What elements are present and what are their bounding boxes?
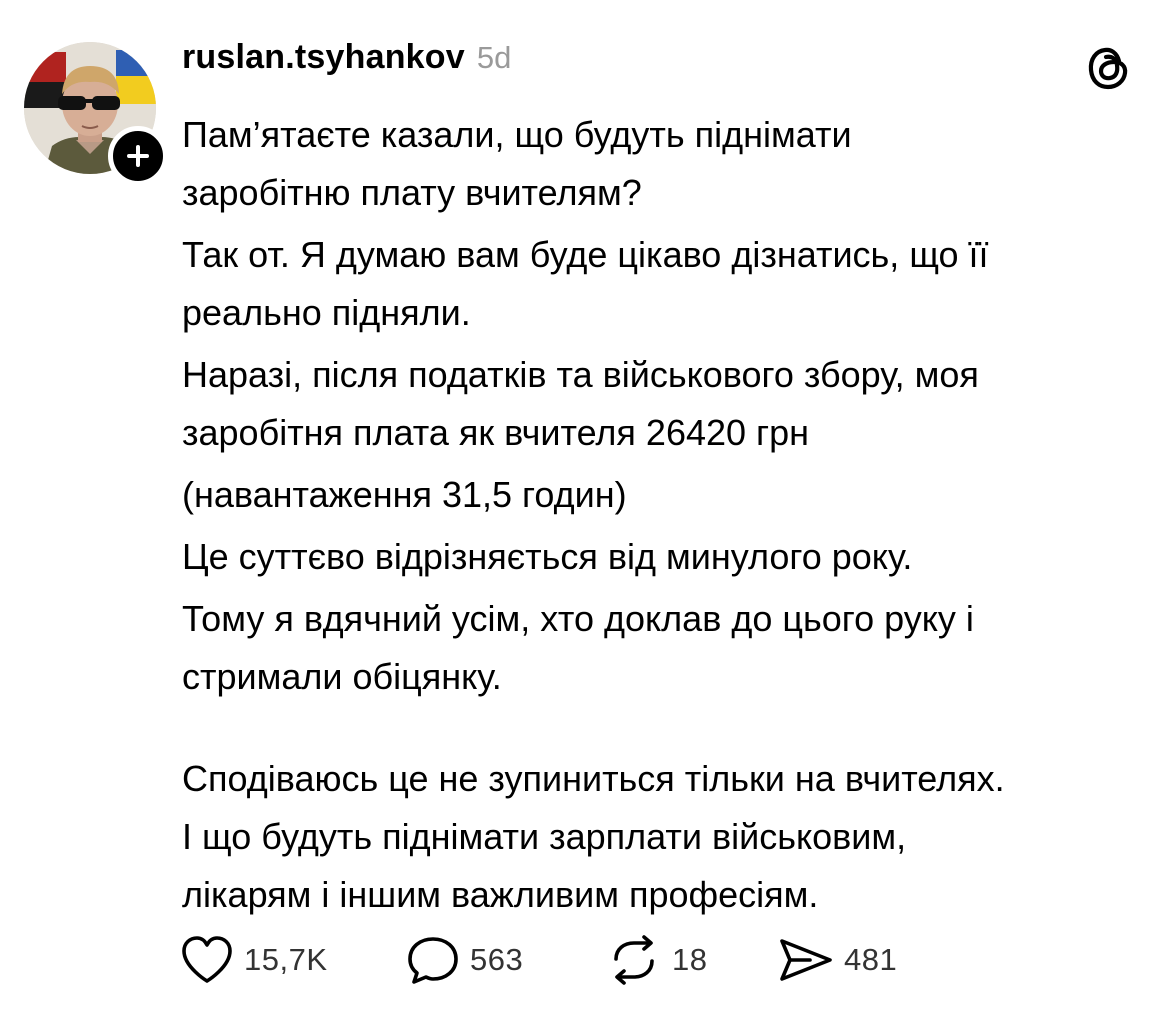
post-text-line: Так от. Я думаю вам буде цікаво дізнатис…: [182, 234, 989, 275]
post-paragraph: Наразі, після податків та військового зб…: [182, 346, 1142, 462]
post-paragraph: (навантаження 31,5 годин): [182, 466, 1142, 524]
post-header: ruslan.tsyhankov 5d: [182, 38, 511, 84]
action-bar: 15,7K 563 18 481: [180, 932, 928, 988]
like-button[interactable]: 15,7K: [180, 935, 406, 985]
post-text-line: Тому я вдячний усім, хто доклав до цього…: [182, 598, 974, 639]
post-paragraph: Так от. Я думаю вам буде цікаво дізнатис…: [182, 226, 1142, 342]
thread-post: ruslan.tsyhankov 5d Пам’ятаєте казали, щ…: [0, 0, 1170, 1015]
post-text-line: стримали обіцянку.: [182, 656, 502, 697]
like-count: 15,7K: [244, 942, 328, 977]
post-text-line: заробітню плату вчителям?: [182, 172, 642, 213]
post-paragraph: Тому я вдячний усім, хто доклав до цього…: [182, 590, 1142, 706]
share-button[interactable]: 481: [778, 935, 928, 985]
post-text-line: Наразі, після податків та військового зб…: [182, 354, 979, 395]
repost-icon: [614, 935, 654, 985]
username[interactable]: ruslan.tsyhankov: [182, 38, 465, 77]
post-text-line: Пам’ятаєте казали, що будуть піднімати: [182, 114, 852, 155]
comment-count: 563: [470, 942, 524, 977]
post-text-line: заробітня плата як вчителя 26420 грн: [182, 412, 810, 453]
post-text-line: Сподіваюсь це не зупиниться тільки на вч…: [182, 758, 1005, 799]
repost-button[interactable]: 18: [606, 935, 778, 985]
post-text-line: І що будуть піднімати зарплати військови…: [182, 816, 907, 857]
share-count: 481: [844, 942, 898, 977]
avatar-container: [24, 42, 168, 186]
post-paragraph: Пам’ятаєте казали, що будуть піднімати за…: [182, 106, 1142, 222]
post-body: Пам’ятаєте казали, що будуть піднімати за…: [182, 106, 1142, 924]
repost-count: 18: [672, 942, 708, 977]
plus-icon: [127, 145, 149, 167]
heart-icon: [182, 936, 232, 983]
follow-button[interactable]: [108, 126, 168, 186]
post-paragraph: Сподіваюсь це не зупиниться тільки на вч…: [182, 750, 1142, 924]
post-paragraph: Це суттєво відрізняється від минулого ро…: [182, 528, 1142, 586]
threads-logo-icon[interactable]: [1084, 44, 1132, 92]
post-text-line: Це суттєво відрізняється від минулого ро…: [182, 536, 913, 577]
post-text-line: лікарям і іншим важливим професіям.: [182, 874, 819, 915]
post-text-line: реально підняли.: [182, 292, 471, 333]
post-text-line: (навантаження 31,5 годин): [182, 474, 627, 515]
send-icon: [780, 939, 832, 981]
timestamp: 5d: [476, 40, 512, 75]
comment-button[interactable]: 563: [406, 935, 606, 985]
comment-bubble-icon: [408, 937, 458, 984]
